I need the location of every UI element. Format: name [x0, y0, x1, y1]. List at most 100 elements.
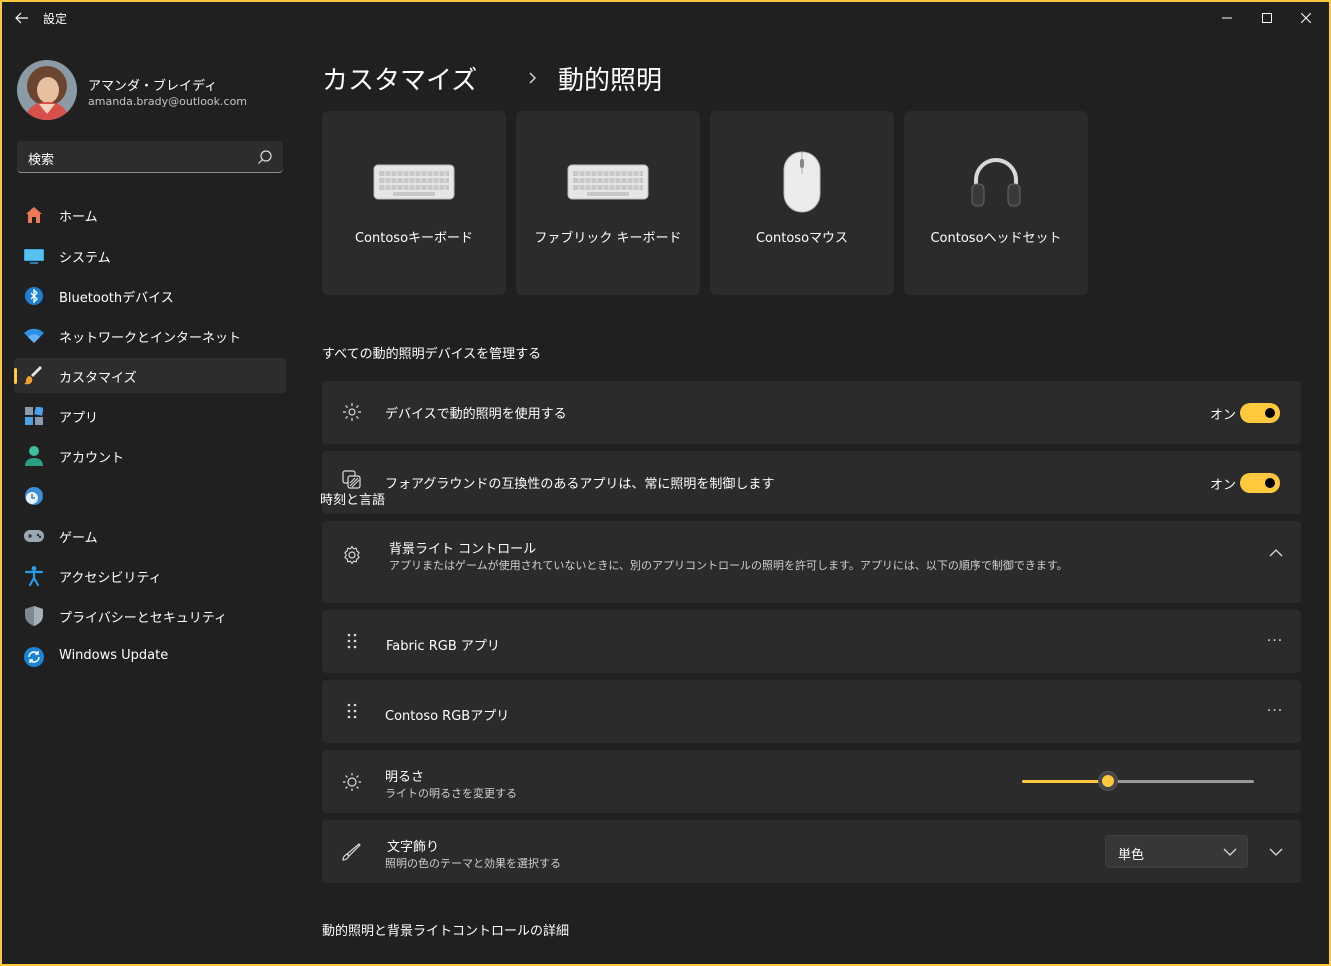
pen-icon [342, 842, 362, 862]
window-title: 設定 [43, 12, 68, 26]
nav-item-system[interactable]: システム [14, 238, 286, 273]
device-label: Contosoマウス [755, 231, 849, 246]
setting-description: アプリまたはゲームが使用されていないときに、別のアプリコントロールの照明を許可し… [389, 559, 1068, 572]
drag-handle-icon[interactable] [342, 701, 362, 721]
toggle-state-label: オン [1210, 408, 1237, 423]
nav-item-apps[interactable]: アプリ [14, 398, 286, 433]
nav-item-windows-update[interactable]: Windows Update [14, 639, 286, 674]
nav-item-accessibility[interactable]: アクセシビリティ [14, 558, 286, 593]
setting-title: 明るさ [385, 770, 425, 785]
avatar[interactable] [17, 60, 77, 120]
device-tile-contoso-mouse[interactable]: Contosoマウス [710, 111, 894, 295]
device-label: Contosoヘッドセット [930, 231, 1062, 246]
nav-label-accounts: アカウント [59, 451, 125, 466]
device-tile-contoso-headset[interactable]: Contosoヘッドセット [904, 111, 1088, 295]
toggle-state-label: オン [1210, 478, 1237, 493]
title-bar: 設定 [2, 2, 1329, 34]
bluetooth-icon [24, 286, 44, 306]
sun-icon [342, 772, 362, 792]
shield-icon [24, 606, 44, 626]
manage-devices-link[interactable]: すべての動的照明デバイスを管理する [322, 343, 541, 362]
maximize-button[interactable] [1247, 2, 1287, 34]
nav-item-time-language[interactable] [14, 478, 286, 513]
accessibility-icon [24, 566, 44, 586]
foreground-apps-toggle[interactable] [1240, 473, 1280, 493]
wifi-icon [24, 326, 44, 346]
chevron-down-icon [1223, 848, 1237, 856]
drag-handle-icon[interactable] [342, 631, 362, 651]
nav-item-network[interactable]: ネットワークとインターネット [14, 318, 286, 353]
nav-item-bluetooth[interactable]: Bluetoothデバイス [14, 278, 286, 313]
nav-label-privacy: プライバシーとセキュリティ [59, 611, 227, 626]
apps-icon [24, 406, 44, 426]
nav-label-home: ホーム [59, 210, 98, 225]
app-name: Contoso RGBアプリ [385, 709, 510, 724]
app-row-fabric-rgb[interactable]: Fabric RGB アプリ ··· [322, 610, 1301, 673]
nav-item-accounts[interactable]: アカウント [14, 438, 286, 473]
setting-title: デバイスで動的照明を使用する [385, 407, 567, 422]
headset-icon [904, 149, 1088, 215]
search-input[interactable]: 検索 [17, 141, 283, 173]
time-language-icon [24, 486, 44, 506]
slider-fill [1022, 780, 1108, 783]
gear-icon [342, 545, 362, 565]
brightness-card: 明るさ ライトの明るさを変更する [322, 750, 1301, 813]
minimize-button[interactable] [1207, 2, 1247, 34]
selected-indicator [14, 368, 17, 384]
effect-dropdown[interactable]: 単色 [1105, 835, 1248, 868]
back-arrow-icon [15, 12, 28, 24]
page-title: 動的照明 [558, 66, 663, 96]
dropdown-value: 単色 [1118, 848, 1145, 863]
setting-description: 照明の色のテーマと効果を選択する [385, 857, 561, 870]
setting-title: フォアグラウンドの互換性のあるアプリは、常に照明を制御します [385, 477, 775, 492]
device-tile-fabric-keyboard[interactable]: ファブリック キーボード [516, 111, 700, 295]
nav-item-privacy[interactable]: プライバシーとセキュリティ [14, 598, 286, 633]
more-options-button[interactable]: ··· [1265, 701, 1285, 721]
profile-name: アマンダ・ブレイディ [88, 79, 218, 94]
app-row-contoso-rgb[interactable]: Contoso RGBアプリ ··· [322, 680, 1301, 743]
device-label: ファブリック キーボード [534, 231, 682, 246]
home-icon [24, 205, 44, 225]
breadcrumb-parent[interactable]: カスタマイズ [322, 60, 477, 97]
minimize-icon [1222, 17, 1232, 19]
foreground-apps-card: フォアグラウンドの互換性のあるアプリは、常に照明を制御します オン [322, 451, 1301, 514]
nav-label-gaming: ゲーム [59, 531, 98, 546]
more-options-button[interactable]: ··· [1265, 631, 1285, 651]
nav-label-network: ネットワークとインターネット [59, 331, 242, 346]
mouse-icon [710, 149, 894, 215]
setting-description: ライトの明るさを変更する [385, 787, 517, 800]
brush-icon [24, 366, 44, 386]
nav-label-apps: アプリ [59, 411, 99, 426]
use-dynamic-lighting-toggle[interactable] [1240, 403, 1280, 423]
device-label: Contosoキーボード [354, 231, 474, 246]
app-control-icon [342, 470, 362, 490]
chevron-down-icon[interactable] [1269, 847, 1283, 857]
nav-label-system: システム [59, 251, 111, 266]
nav-label-windows-update: Windows Update [59, 648, 169, 663]
nav-item-home[interactable]: ホーム [14, 197, 286, 232]
device-tile-contoso-keyboard[interactable]: Contosoキーボード [322, 111, 506, 295]
nav-item-gaming[interactable]: ゲーム [14, 518, 286, 553]
search-icon[interactable] [257, 149, 273, 165]
toggle-knob [1265, 408, 1275, 418]
close-button[interactable] [1286, 2, 1326, 34]
background-light-control-card[interactable]: 背景ライト コントロール アプリまたはゲームが使用されていないときに、別のアプリ… [322, 521, 1301, 603]
nav-item-personalization[interactable]: カスタマイズ [14, 358, 286, 393]
profile-email: amanda.brady@outlook.com [88, 95, 248, 108]
chevron-right-icon [529, 72, 536, 84]
back-button[interactable] [12, 8, 32, 28]
slider-thumb[interactable] [1097, 771, 1118, 791]
chevron-up-icon[interactable] [1269, 548, 1283, 558]
system-icon [24, 246, 44, 266]
nav-label-personalization: カスタマイズ [59, 371, 137, 386]
toggle-knob [1265, 478, 1275, 488]
gamepad-icon [24, 526, 44, 546]
brightness-slider[interactable] [1022, 771, 1254, 791]
maximize-icon [1262, 13, 1272, 23]
effects-card[interactable]: 文字飾り 照明の色のテーマと効果を選択する 単色 [322, 820, 1301, 883]
details-link[interactable]: 動的照明と背景ライトコントロールの詳細 [322, 920, 569, 939]
search-placeholder: 検索 [28, 153, 55, 168]
nav-label-time-language: 時刻と言語 [320, 493, 386, 508]
keyboard-icon [322, 149, 506, 215]
close-icon [1301, 13, 1311, 23]
